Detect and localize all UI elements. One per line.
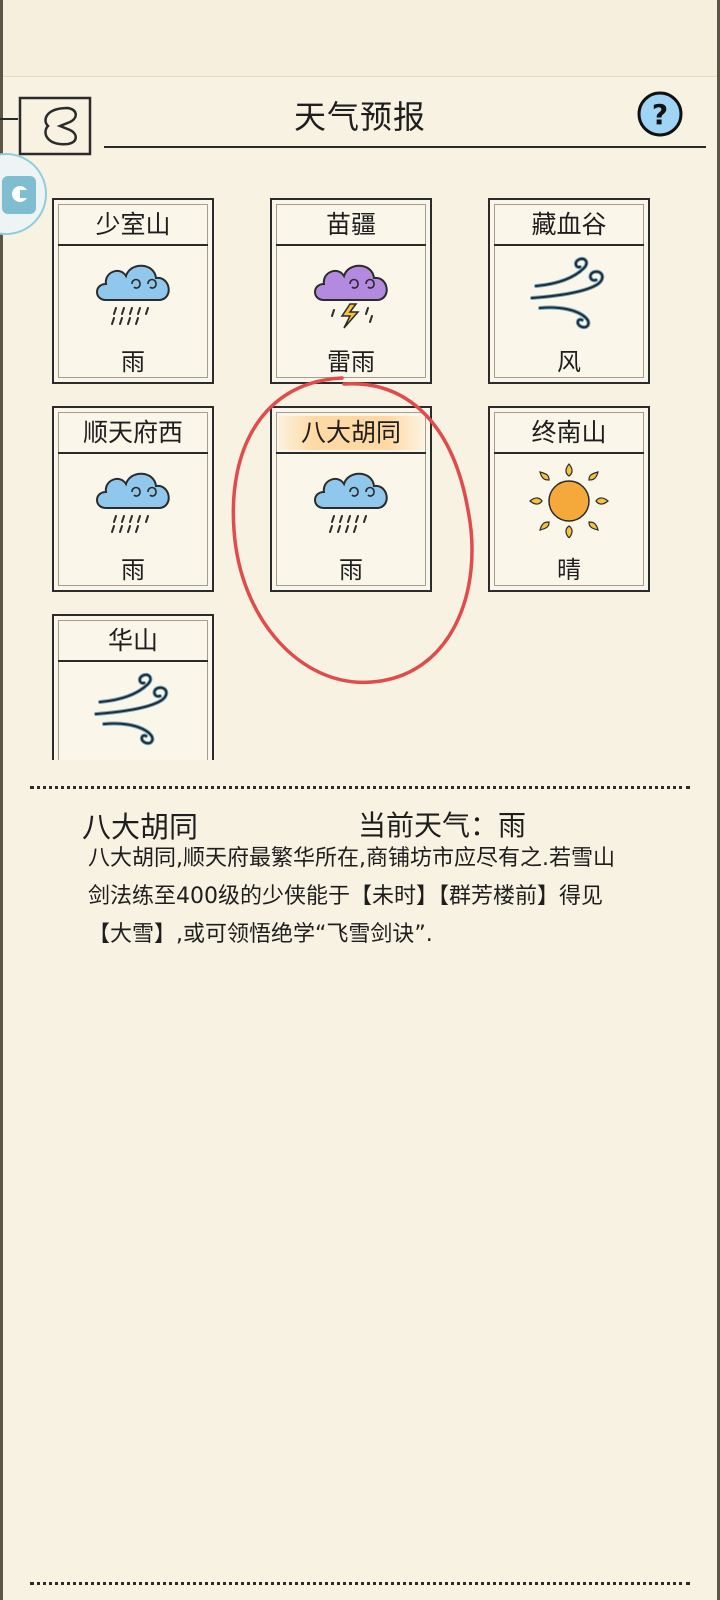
card-divider bbox=[494, 244, 644, 246]
card-location-name: 华山 bbox=[107, 626, 158, 655]
card-divider bbox=[276, 244, 426, 246]
thunderstorm-icon bbox=[314, 264, 388, 329]
top-status-area bbox=[0, 0, 720, 77]
card-location-name: 苗疆 bbox=[325, 210, 376, 239]
page-title: 天气预报 bbox=[293, 98, 426, 136]
divider-dotted-bottom bbox=[30, 1582, 690, 1585]
floating-side-badge[interactable] bbox=[0, 150, 48, 244]
wind-icon bbox=[530, 256, 605, 330]
question-icon: ? bbox=[637, 91, 683, 137]
card-divider bbox=[58, 244, 208, 246]
badge-icon bbox=[0, 153, 47, 235]
card-weather-label: 雷雨 bbox=[327, 348, 375, 376]
card-location-name: 终南山 bbox=[531, 418, 607, 447]
card-divider bbox=[58, 660, 208, 662]
weather-card-huashan[interactable]: 华山 bbox=[52, 614, 214, 760]
card-location-name: 顺天府西 bbox=[82, 418, 183, 447]
sun-icon bbox=[529, 463, 609, 538]
card-weather-label: 雨 bbox=[121, 556, 145, 584]
card-weather-label: 风 bbox=[557, 348, 581, 376]
location-description: 八大胡同,顺天府最繁华所在,商铺坊市应尽有之.若雪山剑法练至400级的少侠能于【… bbox=[88, 846, 615, 947]
wind-icon bbox=[94, 672, 169, 746]
back-arrow-icon bbox=[18, 96, 92, 156]
rain-cloud-icon bbox=[314, 472, 388, 533]
back-button[interactable] bbox=[16, 94, 94, 158]
card-location-name: 少室山 bbox=[95, 210, 171, 239]
card-weather-label: 雨 bbox=[121, 348, 145, 376]
card-divider bbox=[494, 452, 644, 454]
card-location-name: 八大胡同 bbox=[278, 416, 424, 450]
svg-text:?: ? bbox=[652, 98, 668, 131]
card-weather-label: 晴 bbox=[557, 556, 581, 584]
card-weather-label: 雨 bbox=[339, 556, 363, 584]
header-rule bbox=[104, 146, 706, 148]
card-divider bbox=[58, 452, 208, 454]
rain-cloud-icon bbox=[96, 264, 170, 325]
current-weather-label: 当前天气：雨 bbox=[358, 809, 527, 842]
rain-cloud-icon bbox=[96, 472, 170, 533]
card-divider bbox=[276, 452, 426, 454]
divider-dotted-top bbox=[30, 786, 690, 789]
card-location-name: 藏血谷 bbox=[531, 210, 607, 239]
help-button[interactable]: ? bbox=[636, 90, 684, 138]
